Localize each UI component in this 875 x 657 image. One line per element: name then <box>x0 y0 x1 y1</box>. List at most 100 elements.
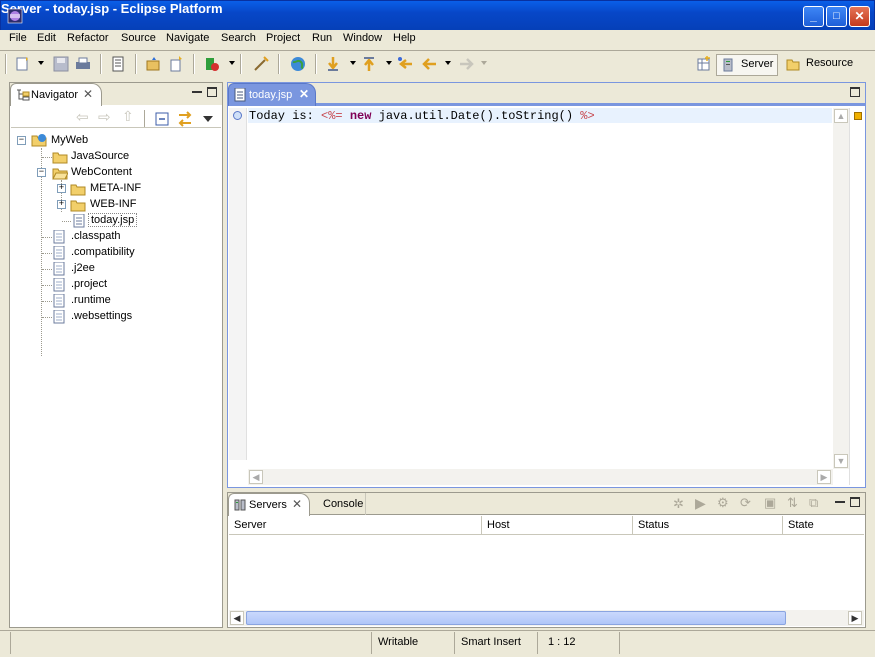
scroll-right-icon[interactable]: ▶ <box>817 470 831 484</box>
menu-navigate[interactable]: Navigate <box>166 32 209 44</box>
file-icon <box>53 294 65 308</box>
tree-item-compatibility[interactable]: .compatibility <box>71 246 135 258</box>
editor-tab-label: today.jsp <box>249 89 293 101</box>
editor-horizontal-scrollbar[interactable]: ◀ ▶ <box>248 469 833 485</box>
navigator-tab[interactable]: Navigator ✕ <box>10 83 102 106</box>
next-annotation-dropdown-icon[interactable] <box>350 61 356 65</box>
minimize-view-icon[interactable] <box>835 497 845 503</box>
print-icon[interactable] <box>74 55 92 73</box>
scroll-down-icon[interactable]: ▼ <box>834 454 848 468</box>
folder-open-icon <box>52 168 68 180</box>
perspective-server[interactable]: Server <box>716 54 779 76</box>
tree-item-today-jsp[interactable]: today.jsp <box>88 213 138 227</box>
servers-horizontal-scrollbar[interactable]: ◀ ▶ <box>229 610 864 626</box>
menu-window[interactable]: Window <box>343 32 382 44</box>
menu-edit[interactable]: Edit <box>37 32 56 44</box>
servers-icon <box>234 499 246 511</box>
eclipse-app-icon <box>7 8 23 24</box>
link-with-editor-icon[interactable] <box>176 110 194 128</box>
scroll-right-icon[interactable]: ▶ <box>848 611 862 625</box>
last-edit-location-icon[interactable] <box>397 55 415 73</box>
close-icon[interactable]: ✕ <box>299 87 309 101</box>
maximize-view-icon[interactable] <box>850 497 860 507</box>
save-icon[interactable] <box>52 55 70 73</box>
menu-run[interactable]: Run <box>312 32 332 44</box>
view-menu-icon[interactable] <box>203 116 213 122</box>
tree-item-meta-inf[interactable]: META-INF <box>90 182 141 194</box>
menu-help[interactable]: Help <box>393 32 416 44</box>
perspective-resource[interactable]: Resource <box>782 54 857 76</box>
menu-source[interactable]: Source <box>121 32 156 44</box>
tree-item-classpath[interactable]: .classpath <box>71 230 121 242</box>
close-button[interactable]: ✕ <box>849 6 870 27</box>
collapse-all-icon[interactable] <box>154 111 170 127</box>
expand-toggle-icon[interactable]: + <box>57 200 66 209</box>
run-dropdown-icon[interactable] <box>229 61 235 65</box>
status-cell-empty <box>619 632 871 654</box>
column-header-status[interactable]: Status <box>633 516 783 534</box>
close-icon[interactable]: ✕ <box>292 497 302 511</box>
toolbar-grip <box>5 54 7 74</box>
column-header-server[interactable]: Server <box>229 516 482 534</box>
editor-tab-today-jsp[interactable]: today.jsp ✕ <box>228 83 316 106</box>
collapse-toggle-icon[interactable]: − <box>37 168 46 177</box>
scroll-up-icon[interactable]: ▲ <box>834 109 848 123</box>
tree-item-websettings[interactable]: .websettings <box>71 310 132 322</box>
forward-icon: ⇨ <box>98 109 111 126</box>
scroll-left-icon[interactable]: ◀ <box>230 611 244 625</box>
file-icon <box>53 246 65 260</box>
perspective-resource-label: Resource <box>806 57 854 69</box>
jsp-close-tag: %> <box>580 109 595 123</box>
menu-file[interactable]: File <box>9 32 27 44</box>
tree-item-webcontent[interactable]: WebContent <box>71 166 132 178</box>
new-icon[interactable] <box>14 55 32 73</box>
new-project-icon[interactable] <box>145 55 163 73</box>
tab-servers[interactable]: Servers ✕ <box>228 493 310 516</box>
server-perspective-icon <box>723 58 733 72</box>
previous-annotation-dropdown-icon[interactable] <box>386 61 392 65</box>
next-annotation-icon[interactable] <box>324 55 342 73</box>
tree-item-project[interactable]: MyWeb <box>51 134 88 146</box>
title-bar[interactable]: Server - today.jsp - Eclipse Platform _ … <box>0 0 875 30</box>
minimize-view-icon[interactable] <box>192 87 202 93</box>
close-icon[interactable]: ✕ <box>83 87 93 101</box>
scroll-left-icon[interactable]: ◀ <box>249 470 263 484</box>
main-toolbar: Server Resource <box>4 51 871 79</box>
debug-server-icon: ✲ <box>673 496 684 511</box>
menu-search[interactable]: Search <box>221 32 256 44</box>
web-browser-icon[interactable] <box>289 55 307 73</box>
menu-project[interactable]: Project <box>266 32 300 44</box>
maximize-editor-icon[interactable] <box>850 87 860 97</box>
document-icon[interactable] <box>109 55 127 73</box>
view-toolbar-separator <box>144 110 146 128</box>
forward-icon[interactable] <box>457 55 475 73</box>
marker-icon[interactable] <box>232 110 243 121</box>
overview-marker-icon[interactable] <box>854 112 862 120</box>
tree-item-javasource[interactable]: JavaSource <box>71 150 129 162</box>
column-header-state[interactable]: State <box>783 516 864 534</box>
expand-toggle-icon[interactable]: + <box>57 184 66 193</box>
tree-item-project-file[interactable]: .project <box>71 278 107 290</box>
run-on-server-icon[interactable] <box>203 55 221 73</box>
maximize-button[interactable]: □ <box>826 6 847 27</box>
code-line-1[interactable]: Today is: <%= new java.util.Date().toStr… <box>249 109 595 123</box>
tab-console[interactable]: Console <box>312 493 366 515</box>
collapse-toggle-icon[interactable]: − <box>17 136 26 145</box>
tree-item-j2ee[interactable]: .j2ee <box>71 262 95 274</box>
new-dropdown-icon[interactable] <box>38 61 44 65</box>
maximize-view-icon[interactable] <box>207 87 217 97</box>
open-perspective-icon[interactable] <box>696 56 712 72</box>
tree-item-runtime[interactable]: .runtime <box>71 294 111 306</box>
new-file-icon[interactable] <box>167 55 185 73</box>
back-dropdown-icon[interactable] <box>445 61 451 65</box>
wand-icon[interactable] <box>252 55 270 73</box>
minimize-button[interactable]: _ <box>803 6 824 27</box>
tree-item-web-inf[interactable]: WEB-INF <box>90 198 136 210</box>
back-icon[interactable] <box>421 55 439 73</box>
menu-refactor[interactable]: Refactor <box>67 32 109 44</box>
navigator-tab-label: Navigator <box>31 89 79 101</box>
editor-vertical-scrollbar[interactable]: ▲ ▼ <box>833 108 849 469</box>
column-header-host[interactable]: Host <box>482 516 633 534</box>
previous-annotation-icon[interactable] <box>360 55 378 73</box>
scroll-thumb[interactable] <box>246 611 786 625</box>
